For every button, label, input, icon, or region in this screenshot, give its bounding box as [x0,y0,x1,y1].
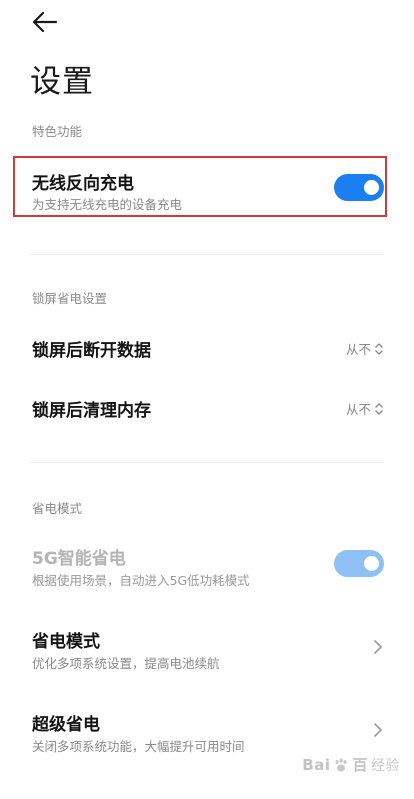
wireless-reverse-charging-toggle[interactable] [334,174,384,201]
watermark-brand: Bai [302,755,331,774]
section-label-power-mode: 省电模式 [32,501,83,516]
watermark-product: 经验 [371,757,400,774]
row-title: 超级省电 [32,715,100,735]
super-saving-row[interactable]: 超级省电 关闭多项系统功能，大幅提升可用时间 [0,702,414,758]
watermark-brand-tail: 百 [352,756,368,774]
divider [30,254,384,255]
up-down-chevron-icon [375,342,383,355]
up-down-chevron-icon [375,402,383,415]
row-subtitle: 优化多项系统设置，提高电池续航 [32,656,220,671]
divider [30,462,384,463]
paw-icon [335,758,348,771]
lock-disconnect-data-row[interactable]: 锁屏后断开数据 从不 [0,325,414,371]
toggle-knob [364,180,379,195]
arrow-left-icon [32,11,58,33]
row-title: 省电模式 [32,632,100,652]
smart-5g-saving-row[interactable]: 5G智能省电 根据使用场景，自动进入5G低功耗模式 [0,536,414,592]
row-title: 锁屏后断开数据 [32,341,151,361]
row-subtitle: 为支持无线充电的设备充电 [32,197,183,212]
select-value: 从不 [345,342,371,357]
baidu-jingyan-watermark: Bai 百 经验 [302,754,400,775]
chevron-right-icon [372,722,384,738]
smart-5g-saving-toggle[interactable] [334,550,384,577]
row-subtitle: 根据使用场景，自动进入5G低功耗模式 [32,573,250,588]
section-label-lockscreen: 锁屏省电设置 [32,291,108,306]
row-subtitle: 关闭多项系统功能，大幅提升可用时间 [32,739,245,754]
lock-clear-memory-row[interactable]: 锁屏后清理内存 从不 [0,385,414,431]
back-button[interactable] [28,8,62,36]
row-title: 无线反向充电 [32,174,134,194]
chevron-right-icon [372,639,384,655]
page-title: 设置 [30,64,94,100]
lock-clear-memory-select[interactable]: 从不 [346,399,384,418]
wireless-reverse-charging-row[interactable]: 无线反向充电 为支持无线充电的设备充电 [0,160,414,216]
row-title: 5G智能省电 [32,549,126,569]
select-value: 从不 [345,402,371,417]
toggle-knob [364,556,379,571]
lock-disconnect-data-select[interactable]: 从不 [346,339,384,358]
power-saving-mode-row[interactable]: 省电模式 优化多项系统设置，提高电池续航 [0,619,414,675]
section-label-featured: 特色功能 [32,124,83,139]
row-title: 锁屏后清理内存 [32,401,151,421]
